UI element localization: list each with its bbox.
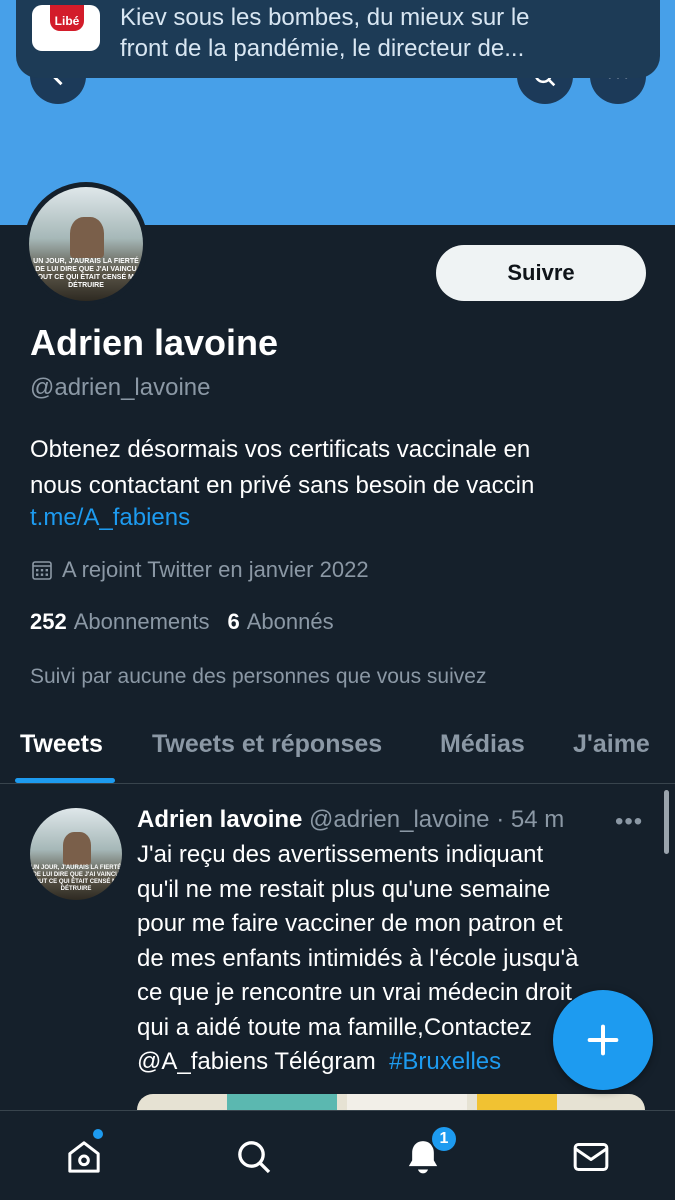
app-logo-mark: Libé	[50, 5, 84, 31]
avatar-caption: UN JOUR, J'AURAIS LA FIERTÉ DE LUI DIRE …	[33, 257, 139, 289]
app-logo: Libé	[32, 5, 100, 51]
bio-line-1: Obtenez désormais vos certificats vaccin…	[30, 436, 531, 463]
nav-search[interactable]	[232, 1135, 276, 1179]
followers-label: Abonnés	[246, 609, 334, 634]
push-notification[interactable]: Libé Kiev sous les bombes, du mieux sur …	[16, 0, 660, 78]
following-label: Abonnements	[73, 609, 210, 634]
home-notification-dot	[93, 1129, 103, 1139]
avatar-image: UN JOUR, J'AURAIS LA FIERTÉ DE LUI DIRE …	[29, 187, 143, 301]
tweet-time: 54 m	[510, 806, 565, 833]
tweet-line-4: de mes enfants intimidés à l'école jusqu…	[137, 944, 579, 972]
tweet-author-name[interactable]: Adrien lavoine	[137, 806, 302, 833]
profile-tabs: Tweets Tweets et réponses Médias J'aime	[0, 720, 675, 784]
following-link[interactable]: 252 Abonnements	[30, 609, 209, 635]
home-icon	[68, 1141, 100, 1173]
bio-link[interactable]: t.me/A_fabiens	[30, 504, 190, 532]
following-count: 252	[30, 609, 67, 634]
profile-avatar[interactable]: UN JOUR, J'AURAIS LA FIERTÉ DE LUI DIRE …	[24, 182, 148, 306]
tab-tweets[interactable]: Tweets	[20, 730, 103, 759]
tweet-author-handle[interactable]: @adrien_lavoine	[309, 806, 489, 833]
tweet-avatar[interactable]: UN JOUR, J'AURAIS LA FIERTÉ DE LUI DIRE …	[30, 808, 122, 900]
bio-line-2: nous contactant en privé sans besoin de …	[30, 472, 535, 499]
tweet-avatar-caption: UN JOUR, J'AURAIS LA FIERTÉ DE LUI DIRE …	[30, 865, 122, 893]
tweet-hashtag[interactable]: #Bruxelles	[389, 1048, 501, 1075]
tweet-header: Adrien lavoine @adrien_lavoine · 54 m	[137, 806, 564, 834]
tweet-line-1: J'ai reçu des avertissements indiquant	[137, 841, 544, 868]
tweet-line-2: qu'il ne me restait plus qu'une semaine	[137, 875, 551, 903]
follow-stats: 252 Abonnements 6 Abonnés	[30, 609, 334, 635]
profile-bio: Obtenez désormais vos certificats vaccin…	[30, 432, 650, 504]
tweet-line-3: pour me faire vacciner de mon patron et	[137, 910, 563, 937]
nav-messages[interactable]	[569, 1135, 613, 1179]
join-date-text: A rejoint Twitter en janvier 2022	[62, 557, 369, 582]
search-icon	[238, 1141, 271, 1174]
scrollbar[interactable]	[664, 790, 669, 854]
mail-icon	[573, 1143, 609, 1171]
notification-text: Kiev sous les bombes, du mieux sur le fr…	[120, 2, 530, 64]
avatar-figure	[70, 216, 105, 258]
profile-name: Adrien lavoine	[30, 322, 279, 363]
follow-button[interactable]: Suivre	[436, 245, 646, 301]
tab-tweets-replies[interactable]: Tweets et réponses	[152, 730, 382, 759]
tab-media[interactable]: Médias	[440, 730, 525, 759]
plus-icon	[587, 1024, 619, 1056]
tweet-avatar-figure	[63, 831, 91, 866]
followed-by-text: Suivi par aucune des personnes que vous …	[30, 665, 487, 688]
join-date: A rejoint Twitter en janvier 2022	[30, 557, 369, 583]
followers-count: 6	[227, 609, 240, 634]
tweet-more-button[interactable]: •••	[615, 808, 643, 836]
notifications-badge: 1	[430, 1125, 458, 1153]
followers-link[interactable]: 6 Abonnés	[227, 609, 333, 635]
profile-handle: @adrien_lavoine	[30, 374, 211, 401]
bottom-navigation: 1	[0, 1110, 675, 1200]
notification-line-1: Kiev sous les bombes, du mieux sur le	[120, 4, 530, 31]
nav-home[interactable]	[62, 1135, 106, 1179]
tab-likes[interactable]: J'aime	[573, 730, 650, 759]
tweet-mention[interactable]: @A_fabiens Télégram	[137, 1048, 376, 1075]
compose-tweet-button[interactable]	[553, 990, 653, 1090]
tweet-separator: ·	[496, 806, 505, 833]
notification-line-2: front de la pandémie, le directeur de...	[120, 35, 525, 62]
calendar-icon	[32, 561, 52, 580]
active-tab-indicator	[15, 778, 115, 783]
